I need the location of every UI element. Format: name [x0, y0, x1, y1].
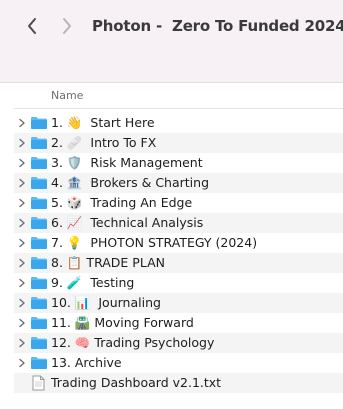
disclosure-triangle-icon[interactable] — [18, 258, 26, 268]
item-name: 2. 🩹 Intro To FX — [51, 135, 157, 150]
forward-button[interactable] — [56, 15, 78, 37]
folder-icon — [31, 277, 47, 289]
folder-icon — [31, 237, 47, 249]
disclosure-triangle-icon[interactable] — [18, 278, 26, 288]
item-name: 9. 🧪 Testing — [51, 275, 135, 290]
disclosure-triangle-icon[interactable] — [18, 298, 26, 308]
folder-icon — [31, 177, 47, 189]
item-name: 5. 🎲 Trading An Edge — [51, 195, 193, 210]
disclosure-triangle-icon[interactable] — [18, 338, 26, 348]
folder-row[interactable]: 1. 👋 Start Here — [14, 113, 343, 133]
folder-row[interactable]: 12. 🧠 Trading Psychology — [14, 333, 343, 353]
item-name: 11. 🛣️ Moving Forward — [51, 315, 194, 330]
disclosure-triangle-icon[interactable] — [18, 358, 26, 368]
item-name: 12. 🧠 Trading Psychology — [51, 335, 215, 350]
folder-row[interactable]: 4. 🏦 Brokers & Charting — [14, 173, 343, 193]
item-name: 1. 👋 Start Here — [51, 115, 155, 130]
folder-icon — [31, 217, 47, 229]
item-name: 4. 🏦 Brokers & Charting — [51, 175, 210, 190]
item-name: 10. 📊 Journaling — [51, 295, 161, 310]
disclosure-triangle-icon[interactable] — [18, 318, 26, 328]
disclosure-triangle-icon[interactable] — [18, 198, 26, 208]
folder-row[interactable]: 5. 🎲 Trading An Edge — [14, 193, 343, 213]
folder-icon — [31, 357, 47, 369]
disclosure-triangle-icon[interactable] — [18, 238, 26, 248]
disclosure-triangle-icon[interactable] — [18, 158, 26, 168]
file-list: 1. 👋 Start Here 2. 🩹 Intro To FX 3. 🛡️ Ris… — [0, 113, 343, 393]
folder-row[interactable]: 3. 🛡️ Risk Management — [14, 153, 343, 173]
folder-row[interactable]: 13. Archive — [14, 353, 343, 373]
disclosure-triangle-icon[interactable] — [18, 118, 26, 128]
chevron-right-icon — [63, 18, 71, 34]
disclosure-triangle-icon[interactable] — [18, 178, 26, 188]
folder-icon — [31, 337, 47, 349]
folder-icon — [31, 137, 47, 149]
folder-row[interactable]: 8. 📋 TRADE PLAN — [14, 253, 343, 273]
folder-row[interactable]: 7. 💡 PHOTON STRATEGY (2024) — [14, 233, 343, 253]
header-divider — [14, 108, 343, 109]
folder-row[interactable]: 9. 🧪 Testing — [14, 273, 343, 293]
item-name: 8. 📋 TRADE PLAN — [51, 255, 165, 270]
item-name: 13. Archive — [51, 355, 122, 370]
column-header-bar: Name — [0, 83, 343, 109]
folder-row[interactable]: 10. 📊 Journaling — [14, 293, 343, 313]
folder-row[interactable]: 6. 📈 Technical Analysis — [14, 213, 343, 233]
folder-icon — [31, 297, 47, 309]
window-title: Photon - Zero To Funded 2024 — [92, 17, 343, 35]
folder-icon — [31, 197, 47, 209]
folder-icon — [31, 317, 47, 329]
folder-icon — [31, 157, 47, 169]
item-name: 6. 📈 Technical Analysis — [51, 215, 204, 230]
text-file-icon — [32, 375, 45, 391]
folder-row[interactable]: 11. 🛣️ Moving Forward — [14, 313, 343, 333]
chevron-left-icon — [28, 18, 36, 34]
folder-icon — [31, 117, 47, 129]
file-row[interactable]: Trading Dashboard v2.1.txt — [14, 373, 343, 393]
name-column-header[interactable]: Name — [51, 89, 83, 102]
disclosure-triangle-icon[interactable] — [18, 138, 26, 148]
folder-icon — [31, 257, 47, 269]
item-name: Trading Dashboard v2.1.txt — [51, 375, 222, 390]
item-name: 3. 🛡️ Risk Management — [51, 155, 203, 170]
back-button[interactable] — [21, 15, 43, 37]
toolbar: Photon - Zero To Funded 2024 — [0, 0, 343, 83]
item-name: 7. 💡 PHOTON STRATEGY (2024) — [51, 235, 258, 250]
disclosure-triangle-icon[interactable] — [18, 218, 26, 228]
folder-row[interactable]: 2. 🩹 Intro To FX — [14, 133, 343, 153]
